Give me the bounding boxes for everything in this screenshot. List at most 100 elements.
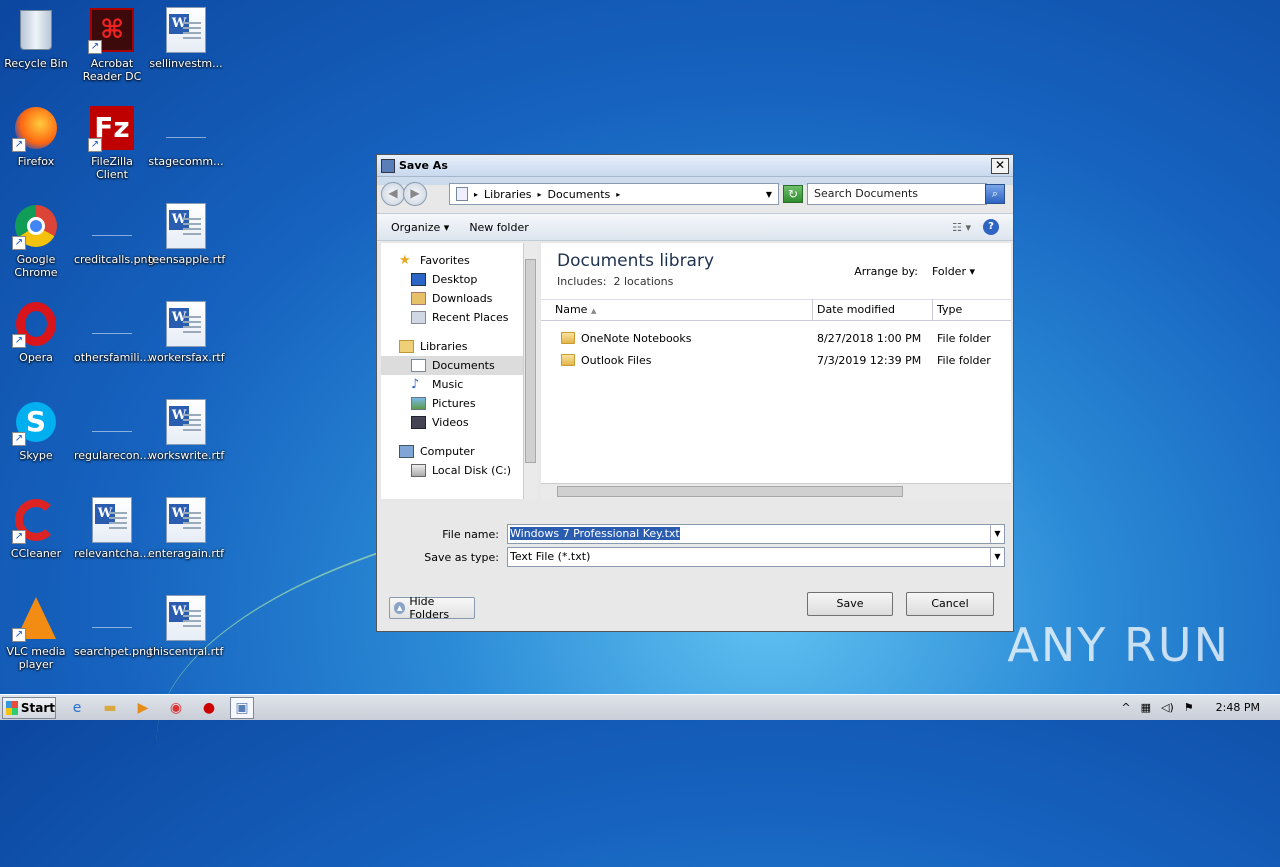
- breadcrumb-documents[interactable]: Documents: [548, 188, 611, 201]
- desktop-icon-acrobat-reader-dc[interactable]: ⌘ ↗ Acrobat Reader DC: [74, 6, 150, 83]
- column-name[interactable]: Name ▲: [541, 299, 813, 321]
- chevron-up-icon: ▲: [394, 602, 406, 614]
- save-type-label: Save as type:: [424, 551, 499, 564]
- clock[interactable]: 2:48 PM: [1216, 701, 1260, 714]
- horizontal-scrollbar[interactable]: [541, 483, 1011, 499]
- nav-local-disk[interactable]: Local Disk (C:): [381, 461, 523, 480]
- close-button[interactable]: ✕: [991, 158, 1009, 174]
- search-icon[interactable]: ⌕: [985, 184, 1005, 204]
- taskbar: Start e ▬ ▶ ◉ ● ▣ ^ ▦ ◁) ⚑ 2:48 PM: [0, 694, 1280, 720]
- opera-icon[interactable]: ●: [197, 697, 221, 719]
- nav-scrollbar[interactable]: [523, 243, 537, 499]
- dialog-titlebar[interactable]: Save As ✕: [377, 155, 1013, 177]
- scrollbar-thumb[interactable]: [525, 259, 536, 463]
- libraries-icon: [399, 340, 414, 353]
- desktop-icon-sellinvestm[interactable]: Wsellinvestm...: [148, 6, 224, 70]
- desktop-icon-skype[interactable]: S ↗ Skype: [0, 398, 74, 462]
- internet-explorer-icon[interactable]: e: [65, 697, 89, 719]
- nav-downloads[interactable]: Downloads: [381, 289, 523, 308]
- desktop-icon-workswrite-rtf[interactable]: Wworkswrite.rtf: [148, 398, 224, 462]
- volume-icon[interactable]: ◁): [1161, 701, 1174, 714]
- save-as-window-button[interactable]: ▣: [230, 696, 254, 719]
- new-folder-button[interactable]: New folder: [469, 221, 528, 234]
- nav-computer[interactable]: Computer: [381, 442, 523, 461]
- help-icon[interactable]: ?: [983, 219, 999, 235]
- organize-button[interactable]: Organize ▾: [391, 221, 449, 234]
- hide-folders-label: Hide Folders: [409, 595, 450, 621]
- desktop-icon-recycle-bin[interactable]: Recycle Bin: [0, 6, 74, 70]
- explorer-folder-icon[interactable]: ▬: [98, 697, 122, 719]
- chrome-icon[interactable]: ◉: [164, 697, 188, 719]
- chevron-right-icon[interactable]: ▸: [616, 190, 620, 199]
- command-toolbar: Organize ▾ New folder ☷ ▾ ?: [377, 213, 1013, 241]
- blank-file-icon: [88, 398, 136, 446]
- nav-pictures[interactable]: Pictures: [381, 394, 523, 413]
- nav-libraries[interactable]: Libraries: [381, 337, 523, 356]
- action-center-flag-icon[interactable]: ⚑: [1184, 701, 1194, 714]
- refresh-button[interactable]: ↻: [783, 185, 803, 203]
- desktop-icon-thiscentral-rtf[interactable]: Wthiscentral.rtf: [148, 594, 224, 658]
- nav-documents[interactable]: Documents: [381, 356, 523, 375]
- desktop-icon-label: stagecomm...: [148, 155, 224, 168]
- desktop-icon-creditcalls-png[interactable]: creditcalls.png: [74, 202, 155, 266]
- desktop-icon-relevantcha[interactable]: Wrelevantcha...: [74, 496, 150, 560]
- save-button[interactable]: Save: [807, 592, 893, 616]
- desktop-icon-firefox[interactable]: ↗ Firefox: [0, 104, 74, 168]
- ccleaner-icon: ↗: [12, 496, 60, 544]
- hide-folders-button[interactable]: ▲ Hide Folders: [389, 595, 475, 621]
- desktop-icon-opera[interactable]: ↗ Opera: [0, 300, 74, 364]
- file-type: File folder: [937, 331, 991, 345]
- desktop-icon-label: Acrobat Reader DC: [82, 57, 142, 83]
- chevron-down-icon[interactable]: ▼: [990, 525, 1004, 543]
- nav-music[interactable]: ♪ Music: [381, 375, 523, 394]
- nav-favorites[interactable]: ★ Favorites: [381, 251, 523, 270]
- search-input[interactable]: Search Documents: [807, 183, 987, 205]
- desktop-icon-othersfamili[interactable]: othersfamili...: [74, 300, 150, 364]
- address-dropdown-icon[interactable]: ▼: [766, 190, 772, 199]
- includes-value[interactable]: 2 locations: [613, 275, 673, 288]
- nav-label: Documents: [432, 359, 495, 372]
- save-type-select[interactable]: Text File (*.txt) ▼: [507, 547, 1005, 567]
- file-row[interactable]: OneNote Notebooks 8/27/2018 1:00 PM File…: [541, 328, 1011, 348]
- view-options-icon[interactable]: ☷ ▾: [952, 221, 971, 234]
- desktop-icon-workersfax-rtf[interactable]: Wworkersfax.rtf: [148, 300, 225, 364]
- desktop-icon-vlc-media-player[interactable]: ↗ VLC media player: [0, 594, 74, 671]
- file-date: 8/27/2018 1:00 PM: [817, 331, 922, 345]
- breadcrumb[interactable]: ▸ Libraries ▸ Documents ▸ ▼: [449, 183, 779, 205]
- organize-label: Organize: [391, 220, 441, 234]
- forward-button[interactable]: ▶: [403, 182, 427, 206]
- chevron-down-icon[interactable]: ▼: [990, 548, 1004, 566]
- videos-icon: [411, 416, 426, 429]
- desktop-icon-enteragain-rtf[interactable]: Wenteragain.rtf: [148, 496, 224, 560]
- chevron-right-icon[interactable]: ▸: [538, 190, 542, 199]
- nav-videos[interactable]: Videos: [381, 413, 523, 432]
- desktop-icon-label: Google Chrome: [14, 253, 58, 279]
- start-button[interactable]: Start: [2, 696, 56, 719]
- back-button[interactable]: ◀: [381, 182, 405, 206]
- desktop-icon-searchpet-png[interactable]: searchpet.png: [74, 594, 153, 658]
- file-row[interactable]: Outlook Files 7/3/2019 12:39 PM File fol…: [541, 350, 1011, 370]
- desktop-icon-filezilla-client[interactable]: Fz ↗ FileZilla Client: [74, 104, 150, 181]
- desktop-icon-google-chrome[interactable]: ↗ Google Chrome: [0, 202, 74, 279]
- nav-recent-places[interactable]: Recent Places: [381, 308, 523, 327]
- column-type[interactable]: Type: [933, 299, 962, 321]
- nav-desktop[interactable]: Desktop: [381, 270, 523, 289]
- file-name-input[interactable]: Windows 7 Professional Key.txt ▼: [507, 524, 1005, 544]
- column-date[interactable]: Date modified: [813, 299, 933, 321]
- desktop-icon-regularecon[interactable]: regularecon...: [74, 398, 150, 462]
- library-includes[interactable]: Includes: 2 locations: [557, 275, 673, 288]
- system-tray: ^ ▦ ◁) ⚑ 2:48 PM: [1121, 697, 1280, 719]
- show-hidden-icons-icon[interactable]: ^: [1121, 701, 1130, 714]
- desktop-icon-ccleaner[interactable]: ↗ CCleaner: [0, 496, 74, 560]
- scrollbar-thumb[interactable]: [557, 486, 903, 497]
- desktop-icon-teensapple-rtf[interactable]: Wteensapple.rtf: [148, 202, 226, 266]
- arrange-dropdown[interactable]: Folder ▾: [932, 265, 975, 278]
- breadcrumb-libraries[interactable]: Libraries: [484, 188, 532, 201]
- desktop-icon-label: teensapple.rtf: [148, 253, 226, 266]
- media-player-icon[interactable]: ▶: [131, 697, 155, 719]
- desktop-icon-stagecomm[interactable]: stagecomm...: [148, 104, 224, 168]
- cancel-button[interactable]: Cancel: [906, 592, 994, 616]
- chevron-right-icon[interactable]: ▸: [474, 190, 478, 199]
- network-icon[interactable]: ▦: [1141, 701, 1151, 714]
- arrange-label: Arrange by:: [854, 265, 918, 278]
